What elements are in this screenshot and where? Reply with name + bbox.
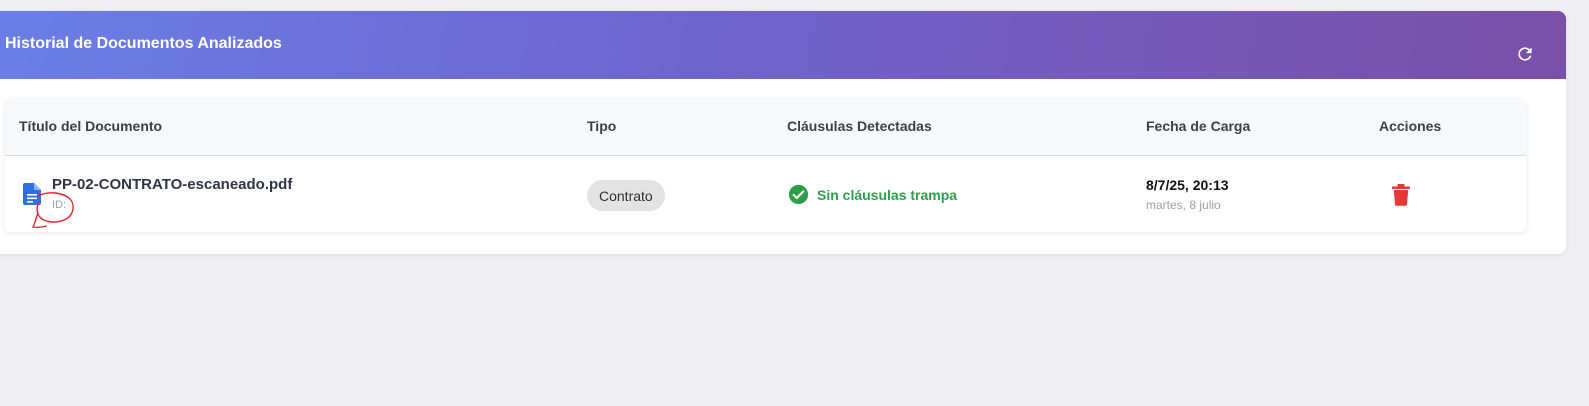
column-header-actions: Acciones [1379, 118, 1442, 134]
clauses-status-text: Sin cláusulas trampa [817, 186, 958, 203]
page-title: Historial de Documentos Analizados [5, 35, 282, 52]
table-header: Título del Documento Tipo Cláusulas Dete… [5, 99, 1526, 156]
card-header: Historial de Documentos Analizados [0, 11, 1566, 79]
hand-drawn-circle-annotation [31, 192, 74, 229]
document-title[interactable]: PP-02-CONTRATO-escaneado.pdf [52, 176, 292, 193]
type-badge: Contrato [587, 180, 665, 211]
upload-date-long: martes, 8 julio [1146, 198, 1221, 212]
clauses-status: Sin cláusulas trampa [788, 184, 957, 205]
history-card: Historial de Documentos Analizados Títul… [0, 11, 1566, 254]
check-circle-icon [788, 184, 809, 205]
delete-button[interactable] [1392, 184, 1412, 206]
column-header-date: Fecha de Carga [1146, 118, 1251, 134]
refresh-icon [1518, 47, 1532, 61]
documents-table: Título del Documento Tipo Cláusulas Dete… [5, 99, 1526, 232]
upload-date: 8/7/25, 20:13 [1146, 177, 1229, 193]
trash-icon [1392, 184, 1410, 206]
refresh-button[interactable] [1514, 43, 1536, 65]
column-header-clauses: Cláusulas Detectadas [787, 118, 932, 134]
column-header-type: Tipo [587, 118, 617, 134]
column-header-title: Título del Documento [19, 118, 163, 134]
table-row[interactable]: PP-02-CONTRATO-escaneado.pdf ID: Contrat… [5, 156, 1526, 232]
